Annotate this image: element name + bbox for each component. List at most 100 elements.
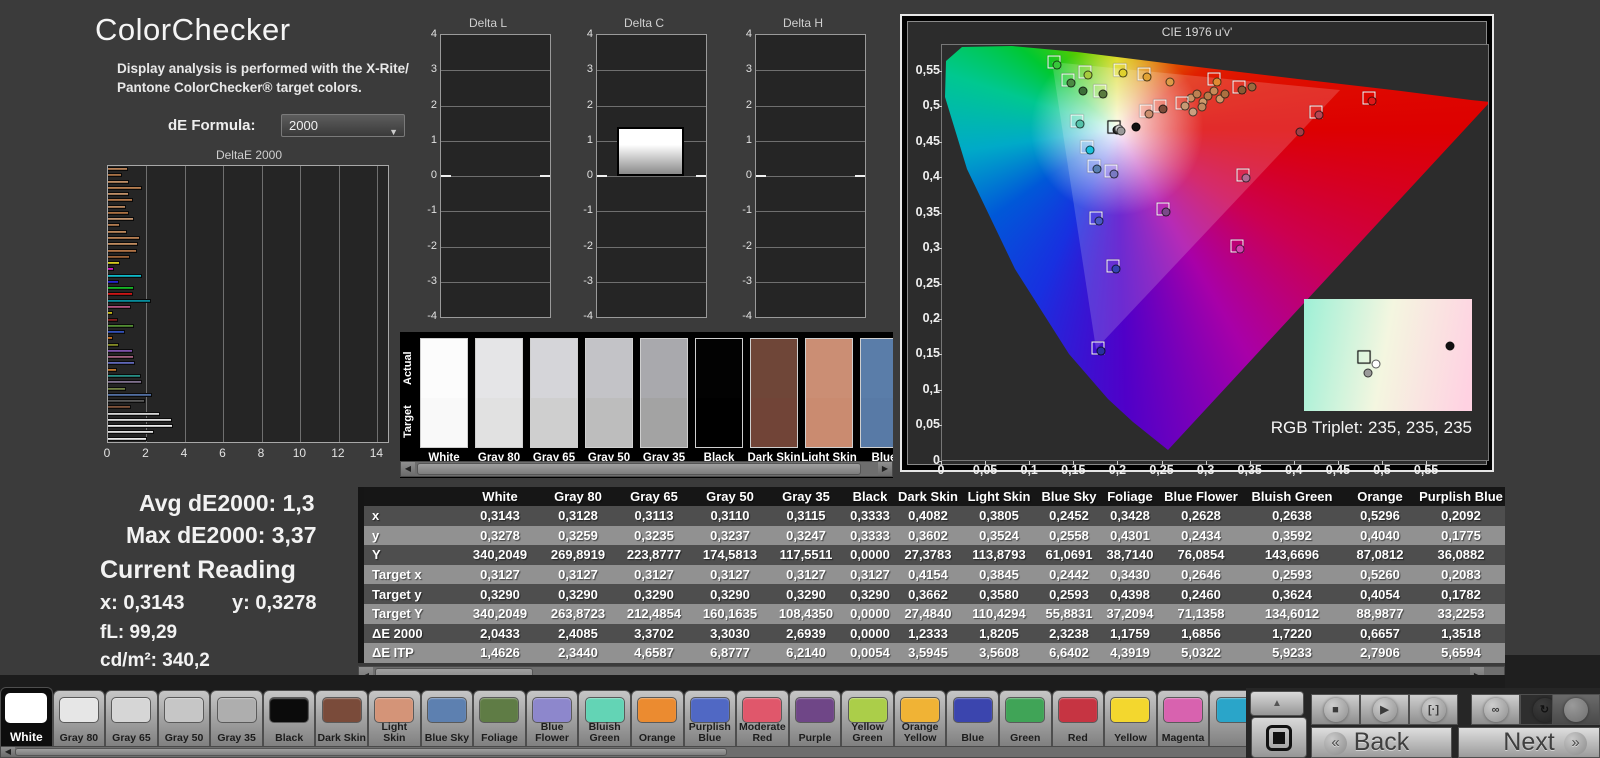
patch-tab-magenta[interactable]: Magenta bbox=[1157, 690, 1210, 746]
pattern-window-button[interactable] bbox=[1251, 717, 1307, 758]
patch-tab-dark-skin[interactable]: Dark Skin bbox=[315, 690, 368, 746]
y-tick-label: 0 bbox=[737, 169, 752, 181]
scroll-right-icon[interactable]: ▶ bbox=[878, 462, 892, 476]
swatch-strip-scrollbar[interactable]: ◀ ▶ bbox=[400, 461, 893, 477]
deltae2000-chart-title: DeltaE 2000 bbox=[103, 148, 395, 162]
patch-tab-yellow-green[interactable]: Yellow Green bbox=[841, 690, 894, 746]
y-tick-label: -4 bbox=[422, 310, 437, 322]
scrollbar-thumb[interactable] bbox=[417, 463, 861, 475]
table-cell: 0,3430 bbox=[1100, 567, 1160, 582]
patch-color-chip bbox=[59, 697, 99, 723]
patch-tab-gray-35[interactable]: Gray 35 bbox=[210, 690, 263, 746]
patch-tab-yellow[interactable]: Yellow bbox=[1104, 690, 1157, 746]
table-cell: 0,3127 bbox=[540, 567, 616, 582]
loop-button[interactable]: ∞ bbox=[1471, 694, 1520, 725]
delta-h-chart: Delta H 43210-1-2-3-4 bbox=[737, 16, 869, 330]
patch-tab-blue-flower[interactable]: Blue Flower bbox=[526, 690, 579, 746]
zero-line-tick bbox=[441, 175, 451, 177]
stop-button[interactable]: ■ bbox=[1311, 694, 1360, 725]
actual-row-label: Actual bbox=[402, 340, 418, 396]
table-cell: 0,3624 bbox=[1242, 587, 1342, 602]
tab-strip-scrollbar[interactable]: ◀ ▶ bbox=[0, 746, 1262, 758]
swatch-actual bbox=[696, 339, 742, 398]
patch-tab-orange[interactable]: Orange bbox=[631, 690, 684, 746]
cie-y-tick-mark bbox=[938, 213, 942, 214]
patch-tab-blue-sky[interactable]: Blue Sky bbox=[421, 690, 474, 746]
delta-e-bar bbox=[108, 280, 119, 284]
blank-button[interactable] bbox=[1552, 694, 1600, 725]
scroll-left-icon[interactable]: ◀ bbox=[1, 747, 15, 757]
avg-de2000-stat: Avg dE2000: 1,3 bbox=[139, 490, 315, 517]
measured-circle bbox=[1109, 169, 1118, 178]
gridline bbox=[339, 166, 340, 442]
patch-tab-purple[interactable]: Purple bbox=[789, 690, 842, 746]
collapse-panel-button[interactable]: ▲ bbox=[1250, 691, 1304, 716]
scroll-left-icon[interactable]: ◀ bbox=[401, 462, 415, 476]
cie-y-tick-label: 0 bbox=[914, 453, 940, 467]
patch-tab-green[interactable]: Green bbox=[999, 690, 1052, 746]
table-cell: 0,0000 bbox=[844, 606, 896, 621]
patch-color-chip bbox=[953, 697, 993, 723]
patch-tab-light-skin[interactable]: Light Skin bbox=[368, 690, 421, 746]
scrollbar-thumb[interactable] bbox=[15, 748, 727, 756]
swatch-target bbox=[696, 398, 742, 447]
table-cell: 6,6402 bbox=[1038, 645, 1100, 660]
patch-tab-label: Red bbox=[1053, 733, 1104, 744]
table-cell: 0,3143 bbox=[460, 508, 540, 523]
patch-color-chip bbox=[427, 697, 467, 723]
gridline bbox=[756, 247, 865, 248]
patch-tab-label: Magenta bbox=[1158, 733, 1209, 744]
back-button[interactable]: « Back bbox=[1311, 727, 1452, 758]
y-tick-label: 1 bbox=[422, 134, 437, 146]
back-arrow-icon: « bbox=[1324, 732, 1347, 755]
patch-tab-bluish-green[interactable]: Bluish Green bbox=[578, 690, 631, 746]
delta-e-bar bbox=[108, 380, 142, 384]
zero-line-tick bbox=[696, 175, 706, 177]
patch-tab-gray-50[interactable]: Gray 50 bbox=[158, 690, 211, 746]
gridline bbox=[756, 282, 865, 283]
swatch-gray-35 bbox=[640, 338, 688, 448]
patch-tab-purplish-blue[interactable]: Purplish Blue bbox=[684, 690, 737, 746]
row-label: Target Y bbox=[364, 606, 460, 621]
table-cell: 117,5511 bbox=[768, 547, 844, 562]
patch-tab-white[interactable]: White bbox=[0, 687, 53, 746]
cie-x-tick-label: 0,25 bbox=[1149, 463, 1173, 477]
table-cell: 3,5608 bbox=[960, 645, 1038, 660]
patch-tab-black[interactable]: Black bbox=[263, 690, 316, 746]
page-title: ColorChecker bbox=[95, 12, 291, 48]
table-cell: 0,5260 bbox=[1342, 567, 1418, 582]
patch-tab-red[interactable]: Red bbox=[1052, 690, 1105, 746]
white-point-inset bbox=[1304, 299, 1472, 411]
delta-e-bar bbox=[108, 192, 129, 196]
play-button[interactable]: ▶ bbox=[1360, 694, 1409, 725]
cie-y-tick-label: 0,25 bbox=[914, 276, 940, 290]
row-label: ΔE ITP bbox=[364, 645, 460, 660]
swatch-actual bbox=[476, 339, 522, 398]
interval-button[interactable]: [·] bbox=[1409, 694, 1458, 725]
patch-tab-gray-80[interactable]: Gray 80 bbox=[53, 690, 106, 746]
swatch-actual bbox=[861, 339, 893, 398]
table-header-row: WhiteGray 80Gray 65Gray 50Gray 35BlackDa… bbox=[364, 487, 1505, 506]
table-cell: 0,3845 bbox=[960, 567, 1038, 582]
patch-tab-gray-65[interactable]: Gray 65 bbox=[105, 690, 158, 746]
cie-y-tick-label: 0,3 bbox=[914, 240, 940, 254]
delta-e-bar bbox=[108, 311, 113, 315]
fl-value: fL: 99,29 bbox=[100, 622, 177, 644]
table-cell: 0,3602 bbox=[896, 528, 960, 543]
table-cell: 0,3333 bbox=[844, 528, 896, 543]
play-icon: ▶ bbox=[1373, 698, 1397, 722]
next-button[interactable]: Next » bbox=[1458, 727, 1600, 758]
patch-tab-moderate-red[interactable]: Moderate Red bbox=[736, 690, 789, 746]
cie-y-tick-mark bbox=[938, 284, 942, 285]
patch-tab-foliage[interactable]: Foliage bbox=[473, 690, 526, 746]
y-tick-label: -3 bbox=[422, 275, 437, 287]
cie-y-tick-mark bbox=[938, 461, 942, 462]
patch-tab-orange-yellow[interactable]: Orange Yellow bbox=[894, 690, 947, 746]
table-cell: 160,1635 bbox=[692, 606, 768, 621]
gridline bbox=[441, 282, 550, 283]
table-cell: 0,4040 bbox=[1342, 528, 1418, 543]
gridline bbox=[441, 176, 550, 177]
table-cell: 0,3278 bbox=[460, 528, 540, 543]
de-formula-dropdown[interactable]: 2000 ▼ bbox=[281, 114, 405, 137]
patch-tab-blue[interactable]: Blue bbox=[946, 690, 999, 746]
